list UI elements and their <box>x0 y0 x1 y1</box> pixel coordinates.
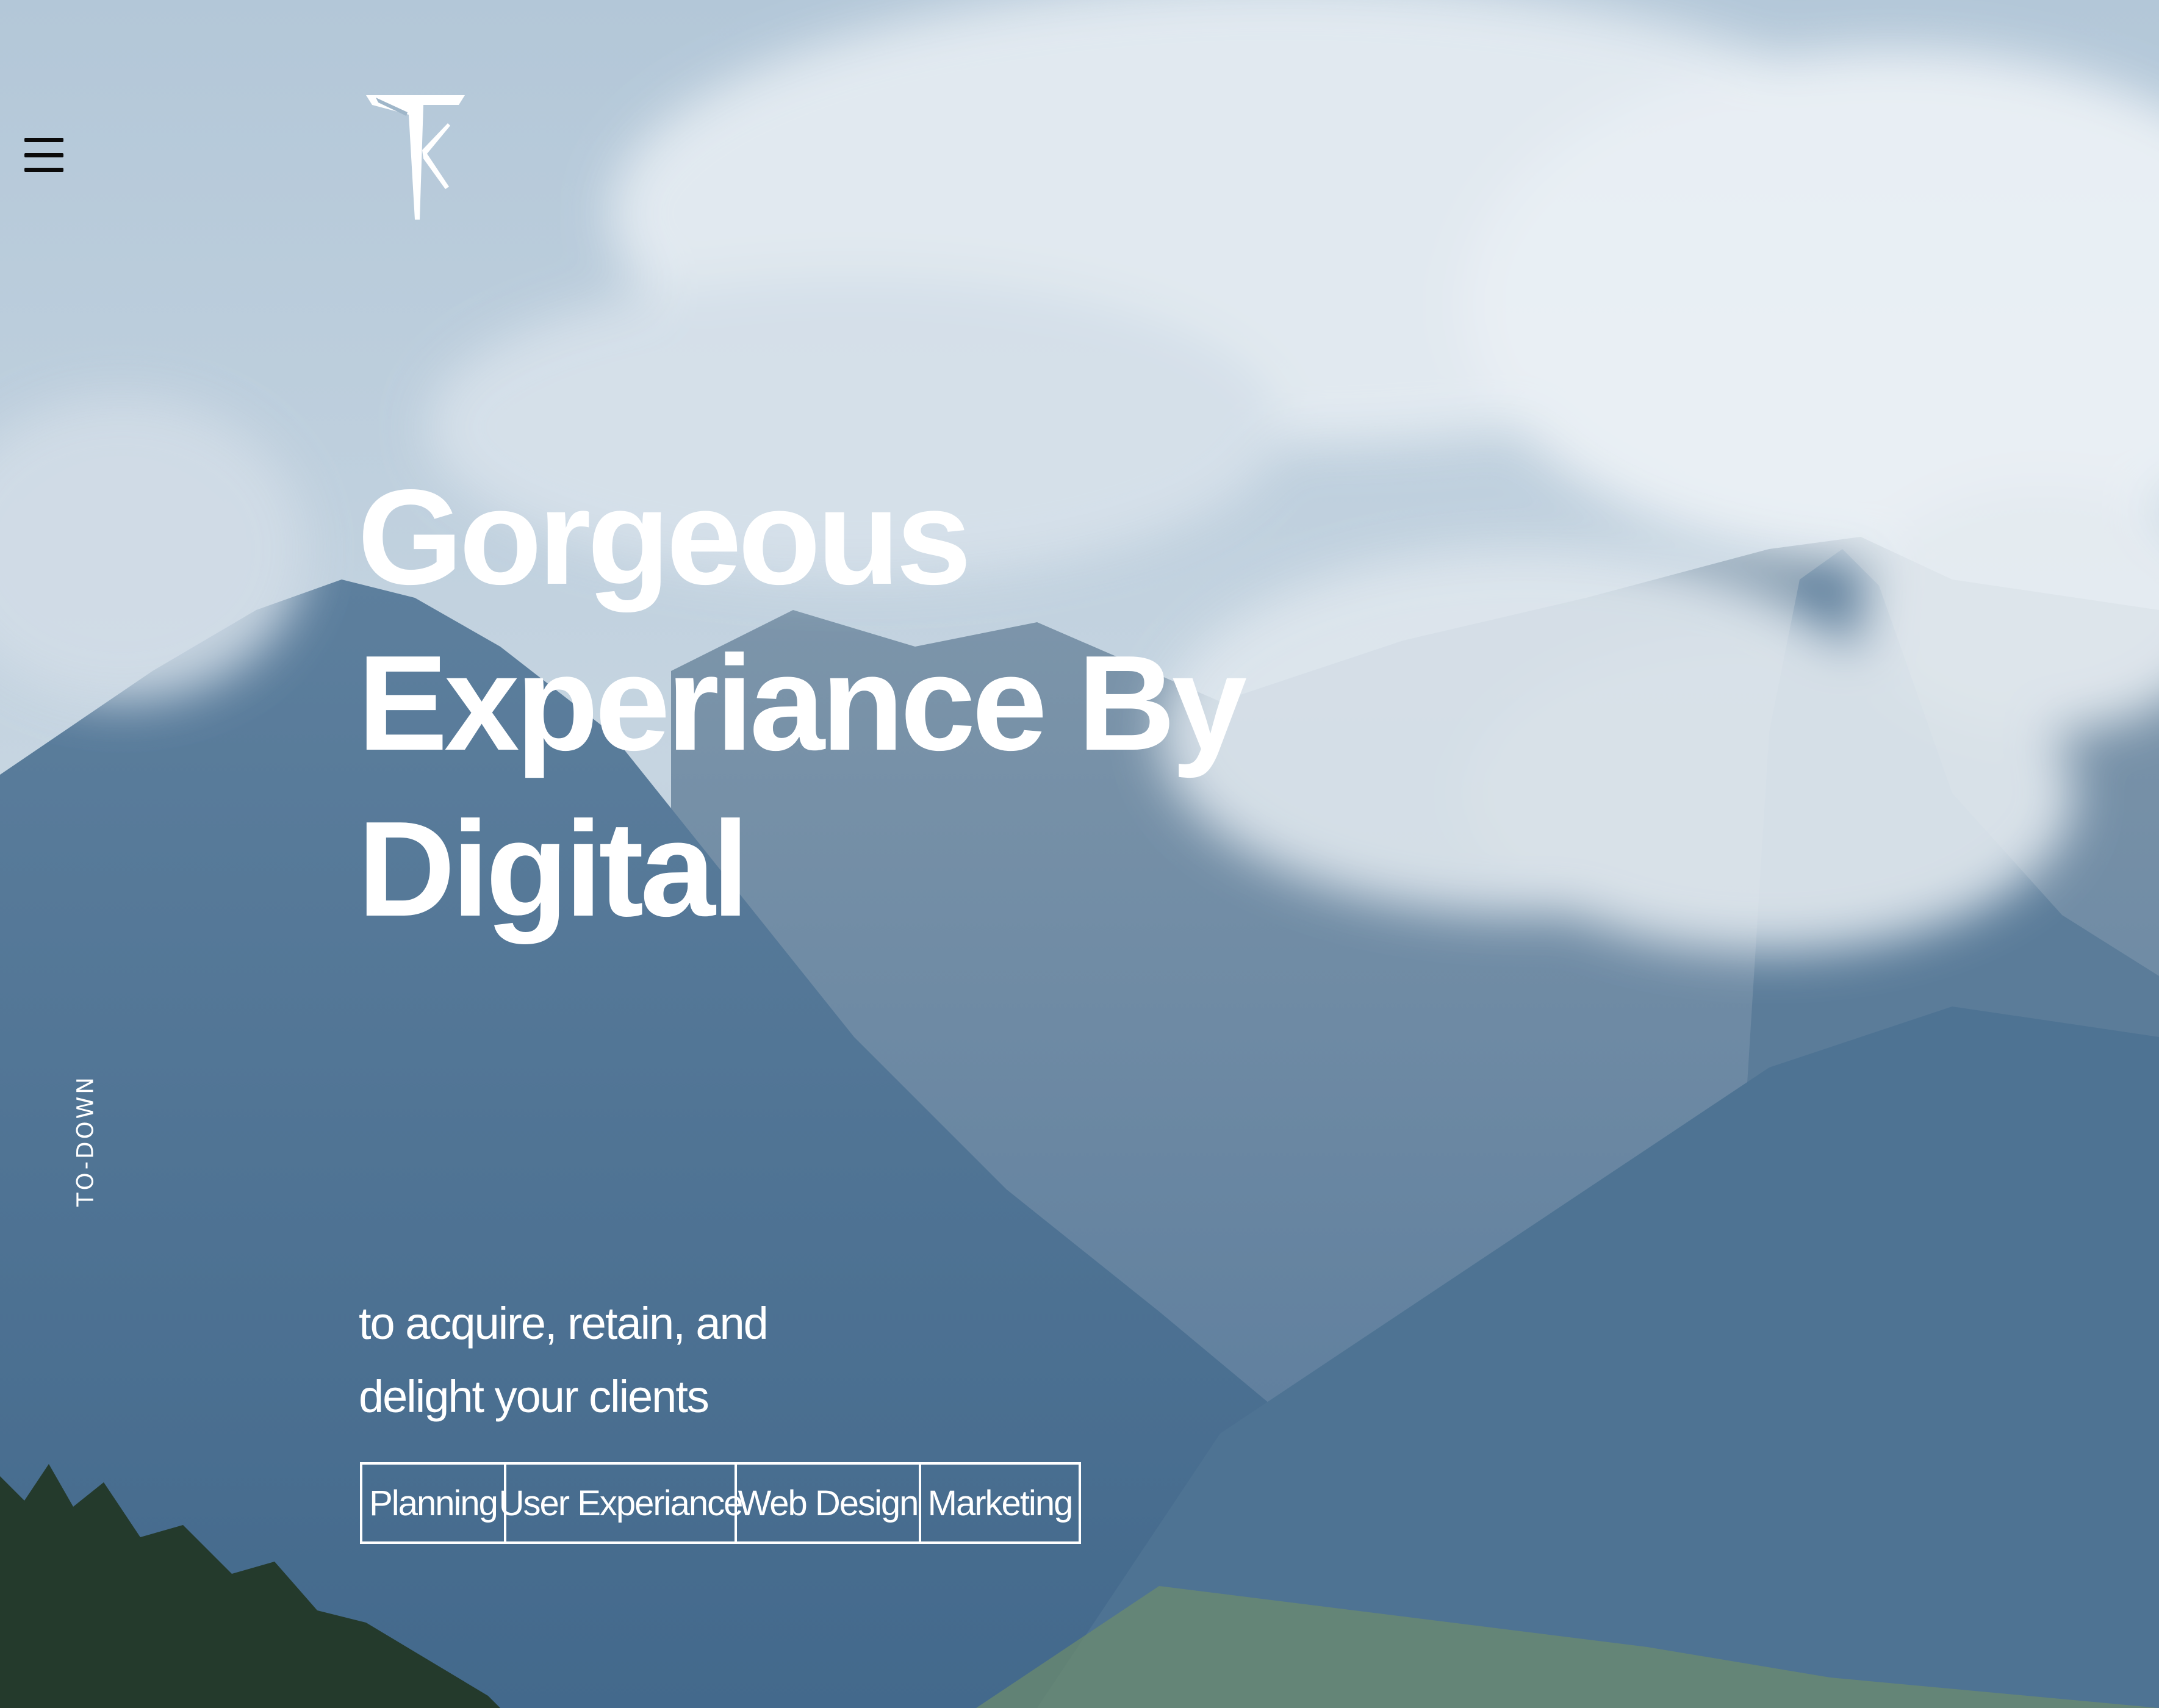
headline-line: Gorgeous <box>357 462 971 613</box>
menu-bar <box>24 152 63 157</box>
tag-web-design[interactable]: Web Design <box>737 1465 921 1541</box>
hero-section: Gorgeous Experiance By Digital TO-DOWN t… <box>0 0 2159 1708</box>
headline-line: Experiance By <box>357 628 1247 779</box>
menu-bar <box>24 168 63 172</box>
subtitle-line: to acquire, retain, and <box>359 1298 769 1349</box>
tag-user-experience[interactable]: User Experiance <box>499 1465 743 1541</box>
menu-bar <box>24 138 63 142</box>
tag-marketing[interactable]: Marketing <box>921 1465 1079 1541</box>
headline-line: Digital <box>357 794 749 945</box>
scroll-down-link[interactable]: TO-DOWN <box>73 1055 99 1226</box>
service-tags: Planning User Experiance Web Design Mark… <box>360 1462 1081 1544</box>
hero-headline: Gorgeous Experiance By Digital <box>357 454 1247 952</box>
logo-icon[interactable] <box>364 95 467 220</box>
hero-subtitle: to acquire, retain, and delight your cli… <box>359 1287 769 1434</box>
subtitle-line: delight your clients <box>359 1371 709 1422</box>
tag-planning[interactable]: Planning <box>362 1465 506 1541</box>
hamburger-menu-icon[interactable] <box>22 135 66 174</box>
